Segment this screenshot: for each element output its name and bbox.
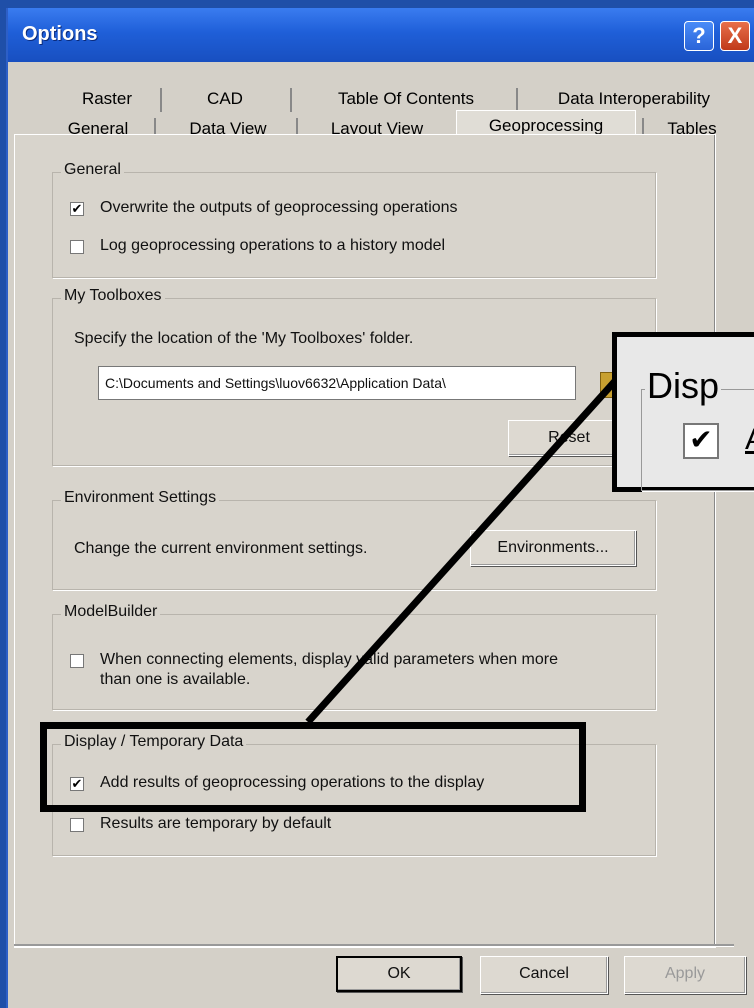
connector-line — [305, 377, 619, 725]
cancel-button[interactable]: Cancel — [480, 956, 608, 994]
callout-label-fragment: A — [745, 423, 754, 457]
callout-legend: Disp — [645, 365, 722, 407]
apply-button[interactable]: Apply — [624, 956, 746, 994]
button-separator — [14, 944, 734, 947]
zoom-callout: Disp ✔ A — [612, 332, 754, 492]
ok-button[interactable]: OK — [336, 956, 462, 992]
callout-checkbox: ✔ — [683, 423, 719, 459]
